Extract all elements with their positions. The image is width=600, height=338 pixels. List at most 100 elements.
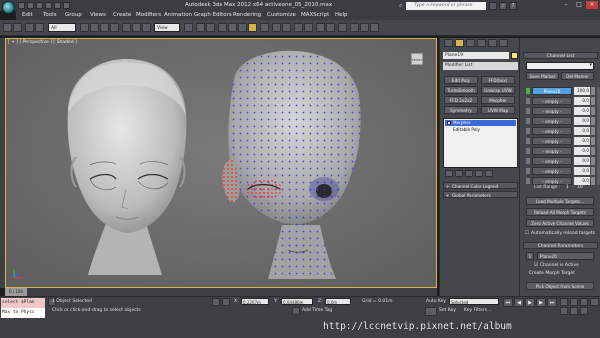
stack-item-morpher[interactable]: Morpher: [445, 120, 516, 126]
pick-object-button[interactable]: Pick Object from Scene: [526, 282, 594, 290]
menu-graph-editors[interactable]: Graph Editors: [194, 12, 232, 18]
app-logo-icon[interactable]: [2, 1, 15, 14]
channel-button[interactable]: Plane20: [532, 87, 572, 95]
channel-spinner[interactable]: [591, 87, 595, 95]
channel-value-field[interactable]: 0.0: [574, 117, 590, 125]
menu-create[interactable]: Create: [113, 12, 131, 18]
maxscript-output[interactable]: Max to Physc: [1, 308, 45, 318]
make-unique-icon[interactable]: [465, 170, 473, 177]
channel-name-field[interactable]: Plane20: [537, 252, 594, 260]
channel-value-field[interactable]: 0.0: [574, 157, 590, 165]
del-marker-button[interactable]: Del Marker: [561, 72, 594, 80]
open-file-icon[interactable]: [27, 2, 34, 9]
graphite-ribbon-icon[interactable]: [304, 23, 313, 32]
channel-button[interactable]: - empty -: [532, 157, 572, 165]
channel-row[interactable]: Plane20 100.0: [526, 87, 596, 95]
menu-views[interactable]: Views: [90, 12, 106, 18]
uvw-map-button[interactable]: UVW Map: [481, 106, 515, 114]
go-to-start-icon[interactable]: ⏮: [503, 298, 513, 307]
channel-row[interactable]: - empty - 0.0: [526, 117, 596, 125]
rendered-frame-icon[interactable]: [360, 23, 369, 32]
channel-row[interactable]: - empty - 0.0: [526, 147, 596, 155]
maximize-viewport-icon[interactable]: [590, 298, 599, 306]
play-icon[interactable]: ▶: [525, 298, 535, 307]
x-coord-field[interactable]: 0.2207m: [241, 298, 269, 305]
select-by-name-icon[interactable]: [90, 23, 99, 32]
menu-tools[interactable]: Tools: [43, 12, 57, 18]
key-filters-button[interactable]: Key Filters...: [464, 308, 491, 313]
field-of-view-icon[interactable]: [560, 307, 568, 315]
go-to-end-icon[interactable]: ⏭: [547, 298, 557, 307]
maximize-button[interactable]: □: [573, 1, 585, 9]
channel-row[interactable]: - empty - 0.0: [526, 107, 596, 115]
add-time-tag[interactable]: Add Time Tag: [302, 308, 332, 313]
zoom-extents-icon[interactable]: [580, 298, 588, 306]
undo-tool-icon[interactable]: [3, 23, 12, 32]
rotate-icon[interactable]: [132, 23, 141, 32]
menu-maxscript[interactable]: MAXScript: [301, 12, 329, 18]
menu-rendering[interactable]: Rendering: [233, 12, 261, 18]
undo-icon[interactable]: [45, 2, 52, 9]
previous-frame-icon[interactable]: ◀: [514, 298, 524, 307]
perspective-viewport[interactable]: [ + ] [ Perspective ] [ Shaded ] FRONT: [5, 38, 437, 288]
star-icon[interactable]: ☆: [499, 2, 507, 10]
configure-sets-icon[interactable]: [485, 170, 493, 177]
light-bulb-icon[interactable]: [447, 121, 451, 125]
rect-selection-icon[interactable]: [100, 23, 109, 32]
create-tab-icon[interactable]: [444, 39, 453, 47]
morpher-button[interactable]: Morpher: [481, 96, 515, 104]
orbit-icon[interactable]: [580, 307, 588, 315]
zoom-all-icon[interactable]: [570, 298, 578, 306]
set-key-button[interactable]: Set Key: [439, 308, 456, 313]
ref-coord-select[interactable]: View: [154, 23, 180, 32]
channel-row[interactable]: - empty - 0.0: [526, 157, 596, 165]
viewport-label[interactable]: [ + ] [ Perspective ] [ Shaded ]: [8, 40, 77, 45]
select-object-icon[interactable]: [80, 23, 89, 32]
render-teapot-icon[interactable]: [370, 23, 379, 32]
viewcube-icon[interactable]: FRONT: [411, 53, 423, 65]
named-selection-icon[interactable]: [260, 23, 269, 32]
pan-icon[interactable]: [570, 307, 578, 315]
y-coord-field[interactable]: 0.04486m: [281, 298, 313, 305]
channel-spinner[interactable]: [591, 177, 595, 185]
channel-number-button[interactable]: 1: [526, 252, 534, 260]
help-icon[interactable]: ?: [509, 2, 517, 10]
load-multiple-targets-button[interactable]: Load Multiple Targets...: [526, 197, 594, 205]
project-folder-icon[interactable]: [63, 2, 70, 9]
maxscript-listener-input[interactable]: select $Plan: [1, 298, 45, 308]
pivot-icon[interactable]: [184, 23, 193, 32]
channel-active-checkbox[interactable]: ☑: [534, 263, 538, 268]
window-crossing-icon[interactable]: [110, 23, 119, 32]
channel-value-field[interactable]: 100.0: [574, 87, 590, 95]
percent-snap-icon[interactable]: [238, 23, 247, 32]
selection-filter-select[interactable]: All: [48, 23, 76, 32]
next-frame-icon[interactable]: ▶: [536, 298, 546, 307]
channel-button[interactable]: - empty -: [532, 97, 572, 105]
channel-button[interactable]: - empty -: [532, 177, 572, 185]
hierarchy-tab-icon[interactable]: [466, 39, 475, 47]
channel-row[interactable]: - empty - 0.0: [526, 177, 596, 185]
layer-manager-icon[interactable]: [294, 23, 303, 32]
motion-tab-icon[interactable]: [477, 39, 486, 47]
menu-group[interactable]: Group: [65, 12, 82, 18]
menu-edit[interactable]: Edit: [22, 12, 33, 18]
lock-icon[interactable]: [212, 298, 220, 306]
angle-snap-icon[interactable]: [228, 23, 237, 32]
redo-icon[interactable]: [54, 2, 61, 9]
auto-key-select[interactable]: Selected: [449, 298, 499, 305]
close-button[interactable]: ×: [586, 1, 598, 9]
select-manipulate-icon[interactable]: [196, 23, 205, 32]
channel-spinner[interactable]: [591, 137, 595, 145]
ffd-box-button[interactable]: FFD(box): [481, 76, 515, 84]
unwrap-uvw-button[interactable]: Unwrap UVW: [481, 86, 515, 94]
remove-modifier-icon[interactable]: [475, 170, 483, 177]
channel-value-field[interactable]: 0.0: [574, 167, 590, 175]
channel-spinner[interactable]: [591, 127, 595, 135]
infocenter-icon[interactable]: [489, 2, 497, 10]
time-tag-icon[interactable]: [292, 307, 300, 315]
auto-key-button[interactable]: Auto Key: [426, 299, 446, 304]
display-tab-icon[interactable]: [488, 39, 497, 47]
auto-reload-checkbox[interactable]: ☐: [525, 231, 529, 236]
channel-button[interactable]: - empty -: [532, 127, 572, 135]
spinner-snap-icon[interactable]: [248, 23, 257, 32]
